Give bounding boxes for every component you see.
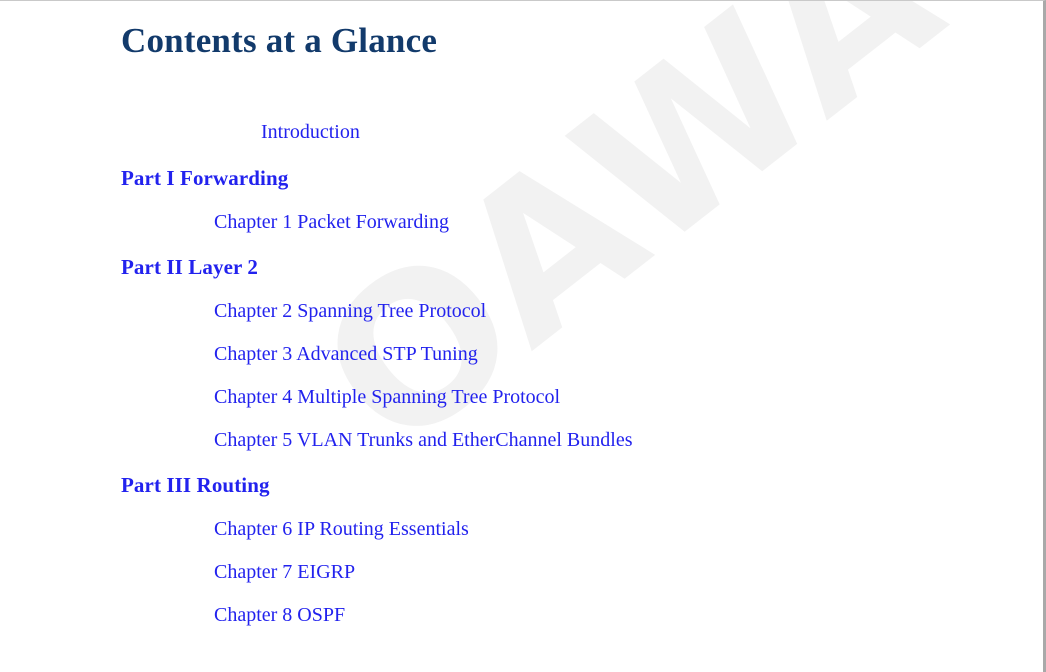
- toc-chapter-entry[interactable]: Chapter 8 OSPF: [0, 594, 1043, 637]
- toc-front-matter-entry[interactable]: Introduction: [0, 109, 1043, 155]
- toc-chapter-entry[interactable]: Chapter 7 EIGRP: [0, 551, 1043, 594]
- toc-chapter-entry[interactable]: Chapter 3 Advanced STP Tuning: [0, 333, 1043, 376]
- table-of-contents-list: Introduction Part I Forwarding Chapter 1 P…: [0, 109, 1043, 637]
- toc-chapter-entry[interactable]: Chapter 2 Spanning Tree Protocol: [0, 290, 1043, 333]
- toc-chapter-entry[interactable]: Chapter 6 IP Routing Essentials: [0, 508, 1043, 551]
- page-title: Contents at a Glance: [121, 21, 438, 60]
- toc-chapter-entry[interactable]: Chapter 4 Multiple Spanning Tree Protoco…: [0, 376, 1043, 419]
- toc-chapter-entry[interactable]: Chapter 5 VLAN Trunks and EtherChannel B…: [0, 419, 1043, 462]
- toc-part-heading[interactable]: Part III Routing: [0, 462, 1043, 508]
- toc-chapter-entry[interactable]: Chapter 1 Packet Forwarding: [0, 201, 1043, 244]
- toc-part-heading[interactable]: Part II Layer 2: [0, 244, 1043, 290]
- document-page: OAWAY Contents at a Glance Introduction P…: [0, 0, 1046, 672]
- toc-part-heading[interactable]: Part I Forwarding: [0, 155, 1043, 201]
